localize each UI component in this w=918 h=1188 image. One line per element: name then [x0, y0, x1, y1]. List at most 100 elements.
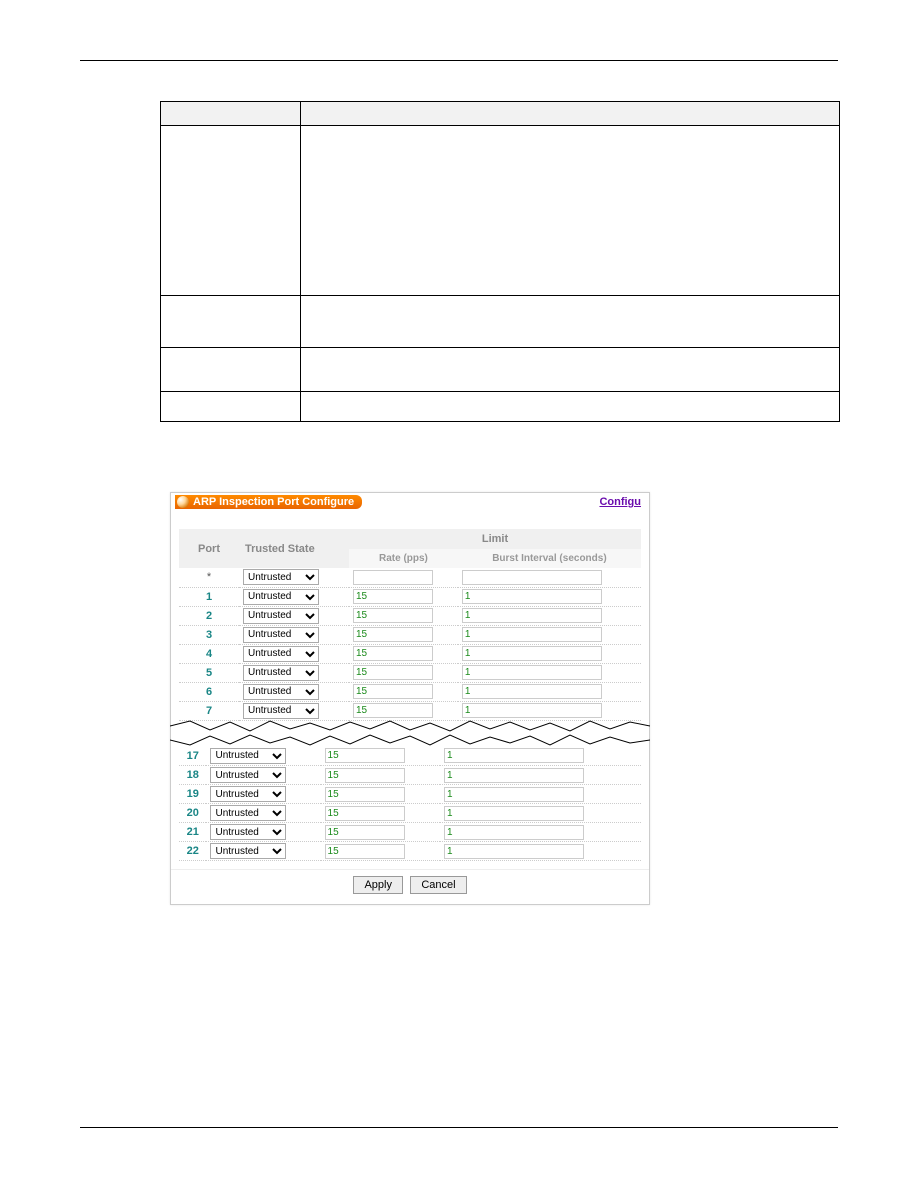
rate-input[interactable]: [353, 627, 433, 642]
table-row: 19Untrusted: [179, 785, 641, 804]
rate-input[interactable]: [353, 665, 433, 680]
configure-link[interactable]: Configu: [599, 496, 641, 508]
burst-input[interactable]: [444, 825, 584, 840]
trusted-state-select[interactable]: Untrusted: [243, 703, 319, 719]
apply-button[interactable]: Apply: [353, 876, 403, 894]
burst-input[interactable]: [462, 608, 602, 623]
table-row: 5Untrusted: [179, 663, 641, 682]
rate-cell: [321, 766, 440, 785]
trusted-state-cell: Untrusted: [206, 785, 320, 804]
header-limit: Limit: [349, 529, 641, 549]
trusted-state-select[interactable]: Untrusted: [243, 589, 319, 605]
burst-cell: [440, 766, 641, 785]
trusted-state-cell: Untrusted: [206, 766, 320, 785]
burst-input[interactable]: [462, 627, 602, 642]
rate-cell: [349, 644, 458, 663]
burst-cell: [440, 747, 641, 766]
rate-cell: [349, 701, 458, 720]
table-row: 22Untrusted: [179, 842, 641, 861]
rate-input[interactable]: [353, 589, 433, 604]
trusted-state-select[interactable]: Untrusted: [243, 569, 319, 585]
rate-input[interactable]: [353, 608, 433, 623]
rate-input[interactable]: [353, 703, 433, 718]
header-burst: Burst Interval (seconds): [458, 549, 641, 568]
burst-cell: [440, 842, 641, 861]
trusted-state-select[interactable]: Untrusted: [243, 646, 319, 662]
trusted-state-select[interactable]: Untrusted: [243, 684, 319, 700]
burst-input[interactable]: [444, 787, 584, 802]
table-row: 20Untrusted: [179, 804, 641, 823]
rate-input[interactable]: [325, 768, 405, 783]
burst-input[interactable]: [462, 570, 602, 585]
burst-input[interactable]: [444, 806, 584, 821]
trusted-state-select[interactable]: Untrusted: [243, 665, 319, 681]
rate-cell: [349, 663, 458, 682]
burst-input[interactable]: [462, 703, 602, 718]
burst-input[interactable]: [462, 665, 602, 680]
rate-input[interactable]: [325, 806, 405, 821]
burst-input[interactable]: [462, 646, 602, 661]
table-break-icon: [170, 719, 650, 749]
trusted-state-select[interactable]: Untrusted: [210, 805, 286, 821]
rate-input[interactable]: [325, 787, 405, 802]
trusted-state-cell: Untrusted: [239, 587, 349, 606]
burst-cell: [458, 682, 641, 701]
table-row: 1Untrusted: [179, 587, 641, 606]
desc-row-desc: [301, 348, 840, 392]
trusted-state-cell: Untrusted: [206, 823, 320, 842]
desc-row-desc: [301, 296, 840, 348]
port-cell: 5: [179, 663, 239, 682]
burst-cell: [458, 568, 641, 587]
burst-cell: [440, 804, 641, 823]
rate-input[interactable]: [325, 844, 405, 859]
trusted-state-cell: Untrusted: [239, 644, 349, 663]
burst-input[interactable]: [462, 589, 602, 604]
rate-cell: [349, 587, 458, 606]
trusted-state-cell: Untrusted: [239, 663, 349, 682]
arp-inspection-panel: ARP Inspection Port Configure Configu Po…: [170, 492, 650, 905]
cancel-button[interactable]: Cancel: [410, 876, 466, 894]
rate-input[interactable]: [353, 570, 433, 585]
description-table: [160, 101, 840, 422]
rate-input[interactable]: [325, 825, 405, 840]
table-row: 2Untrusted: [179, 606, 641, 625]
burst-cell: [440, 823, 641, 842]
trusted-state-select[interactable]: Untrusted: [210, 843, 286, 859]
table-row: 17Untrusted: [179, 747, 641, 766]
rate-cell: [321, 747, 440, 766]
burst-cell: [458, 701, 641, 720]
trusted-state-select[interactable]: Untrusted: [210, 767, 286, 783]
burst-cell: [458, 663, 641, 682]
rate-cell: [321, 785, 440, 804]
table-row: 4Untrusted: [179, 644, 641, 663]
port-cell: 1: [179, 587, 239, 606]
burst-cell: [440, 785, 641, 804]
rate-input[interactable]: [353, 646, 433, 661]
top-rule: [80, 60, 838, 61]
burst-cell: [458, 606, 641, 625]
panel-titlebar: ARP Inspection Port Configure Configu: [171, 493, 649, 511]
desc-header-desc: [301, 102, 840, 126]
burst-input[interactable]: [462, 684, 602, 699]
trusted-state-select[interactable]: Untrusted: [243, 608, 319, 624]
trusted-state-cell: Untrusted: [239, 682, 349, 701]
trusted-state-select[interactable]: Untrusted: [210, 748, 286, 764]
desc-row-desc: [301, 126, 840, 296]
rate-cell: [349, 606, 458, 625]
button-row: Apply Cancel: [171, 869, 649, 904]
burst-input[interactable]: [444, 844, 584, 859]
burst-input[interactable]: [444, 768, 584, 783]
desc-row-label: [161, 348, 301, 392]
table-row: 21Untrusted: [179, 823, 641, 842]
trusted-state-cell: Untrusted: [206, 842, 320, 861]
burst-input[interactable]: [444, 748, 584, 763]
trusted-state-select[interactable]: Untrusted: [210, 786, 286, 802]
rate-input[interactable]: [325, 748, 405, 763]
trusted-state-select[interactable]: Untrusted: [210, 824, 286, 840]
port-cell: 7: [179, 701, 239, 720]
rate-cell: [349, 625, 458, 644]
rate-input[interactable]: [353, 684, 433, 699]
trusted-state-select[interactable]: Untrusted: [243, 627, 319, 643]
port-cell: 19: [179, 785, 206, 804]
rate-cell: [321, 823, 440, 842]
